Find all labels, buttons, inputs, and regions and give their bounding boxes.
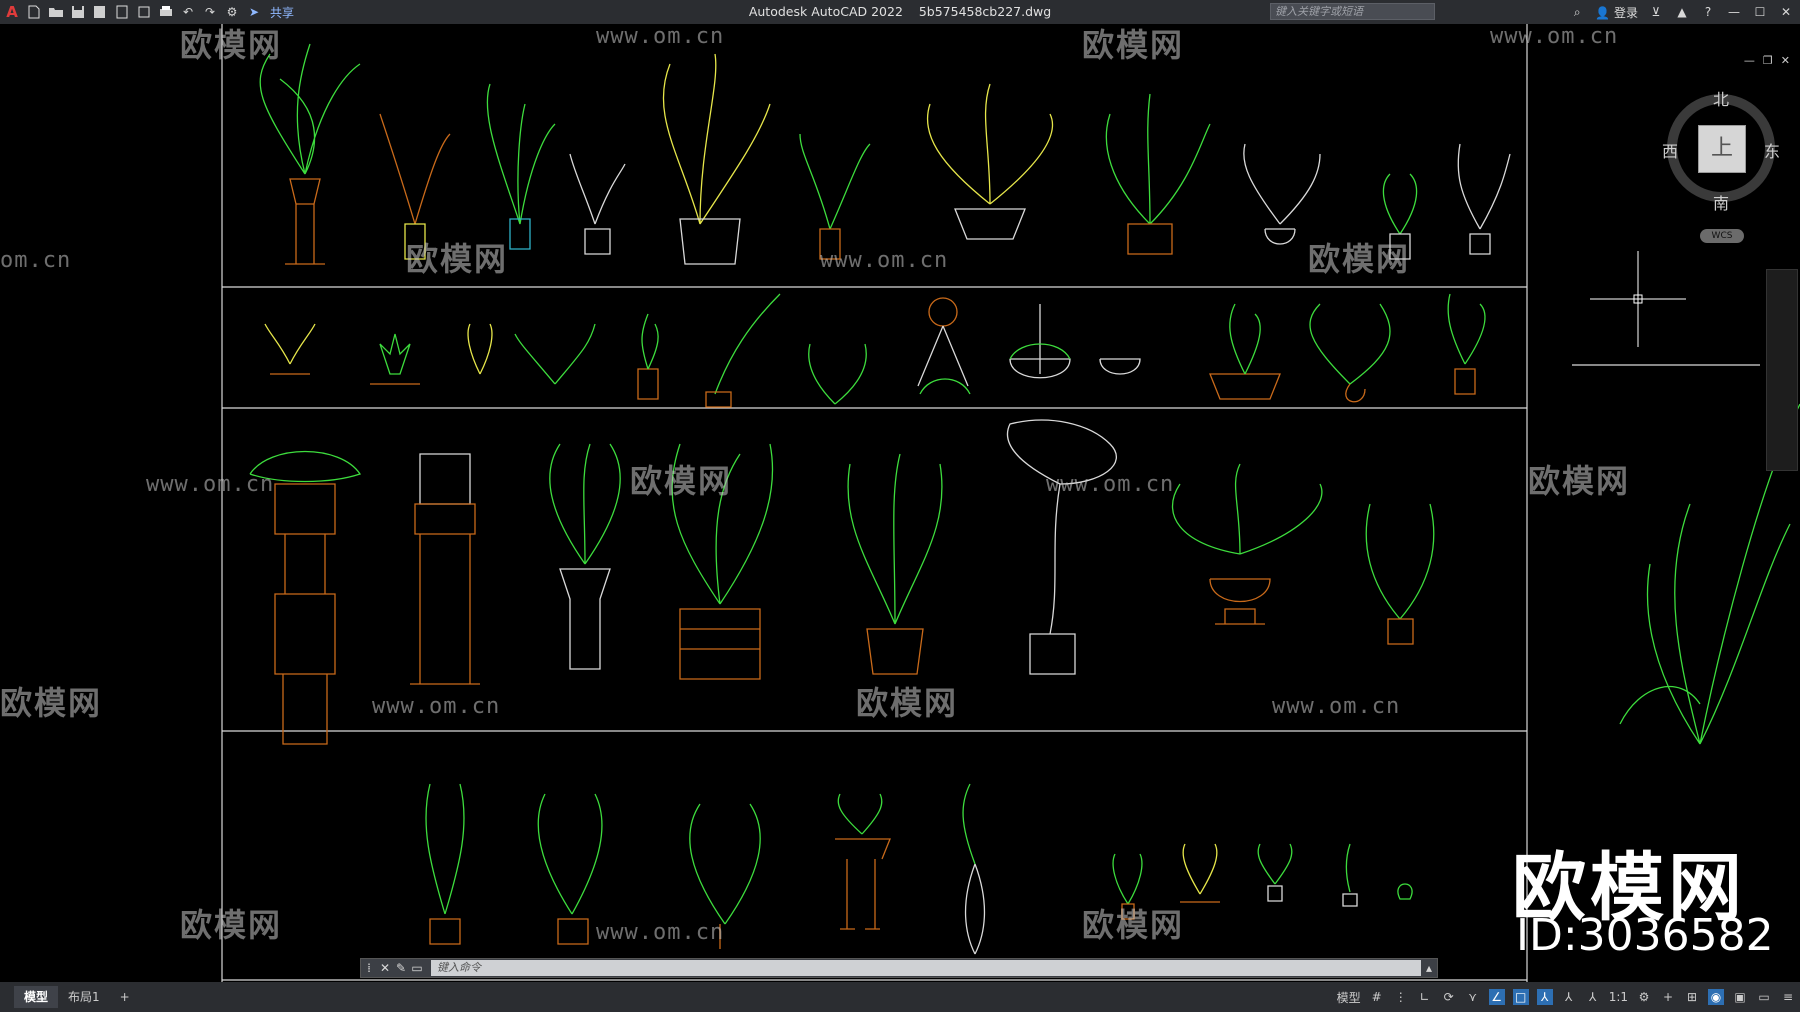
snap-icon[interactable]: ⋮ bbox=[1393, 989, 1409, 1005]
viewport-controls: — ❐ ✕ bbox=[1744, 54, 1790, 67]
watermark-url: www.om.cn bbox=[1046, 472, 1175, 497]
units-icon[interactable]: ⊞ bbox=[1684, 989, 1700, 1005]
drawing-canvas[interactable]: — ❐ ✕ 北 西 东 南 上 WCS www.om.cn www.om.cn … bbox=[0, 24, 1800, 982]
row1-plants bbox=[259, 43, 1511, 265]
ortho-icon[interactable]: ∟ bbox=[1417, 989, 1433, 1005]
watermark-brand: 欧模网 bbox=[0, 684, 103, 722]
command-expand-icon[interactable]: ▴ bbox=[1421, 960, 1437, 976]
annotation-visibility-icon[interactable]: ⅄ bbox=[1536, 989, 1553, 1005]
save-icon[interactable] bbox=[70, 4, 86, 20]
maximize-icon[interactable]: ☐ bbox=[1752, 4, 1768, 20]
quick-access-toolbar: A ↶ ↷ ⚙ ➤ 共享 bbox=[0, 0, 294, 24]
watermark-brand: 欧模网 bbox=[180, 906, 283, 944]
view-cube-top-face[interactable]: 上 bbox=[1698, 125, 1746, 173]
wcs-dropdown[interactable]: WCS bbox=[1700, 229, 1744, 243]
share-icon[interactable]: ➤ bbox=[246, 4, 262, 20]
watermark-brand: 欧模网 bbox=[1082, 26, 1185, 64]
isodraft-icon[interactable]: ⋎ bbox=[1465, 989, 1481, 1005]
watermark-url: www.om.cn bbox=[820, 248, 949, 273]
file-name: 5b575458cb227.dwg bbox=[918, 4, 1052, 19]
minimize-icon[interactable]: — bbox=[1726, 4, 1742, 20]
customization-menu-icon[interactable]: ≡ bbox=[1780, 989, 1796, 1005]
watermark-url: www.om.cn bbox=[1490, 24, 1619, 49]
row2-plants bbox=[264, 293, 1486, 408]
watermark-url: www.om.cn bbox=[596, 24, 725, 49]
autoscale-icon[interactable]: ⅄ bbox=[1561, 989, 1577, 1005]
open-folder-icon[interactable] bbox=[48, 4, 64, 20]
scale-dropdown[interactable]: 1:1 bbox=[1609, 990, 1628, 1004]
plus-icon[interactable]: + bbox=[1660, 989, 1676, 1005]
login-button[interactable]: 👤 登录 bbox=[1595, 4, 1638, 21]
status-bar: 模型 # ⋮ ∟ ⟳ ⋎ ∠ □ ⅄ ⅄ ⅄ 1:1 ⚙ + ⊞ ◉ ▣ ▭ ≡ bbox=[1337, 982, 1796, 1012]
isolate-objects-icon[interactable]: ◉ bbox=[1708, 989, 1724, 1005]
app-name: Autodesk AutoCAD 2022 bbox=[748, 4, 903, 19]
cart-icon[interactable]: ⊻ bbox=[1648, 4, 1664, 20]
object-snap-tracking-icon[interactable]: ∠ bbox=[1488, 989, 1505, 1005]
crosshair-cursor bbox=[1590, 251, 1686, 347]
share-label[interactable]: 共享 bbox=[270, 4, 294, 21]
clean-screen-icon[interactable]: ▭ bbox=[1756, 989, 1772, 1005]
save-as-icon[interactable] bbox=[92, 4, 108, 20]
command-recent-icon[interactable]: ▭ bbox=[409, 960, 425, 976]
view-cube[interactable]: 北 西 东 南 上 bbox=[1660, 86, 1782, 213]
hardware-acceleration-icon[interactable]: ▣ bbox=[1732, 989, 1748, 1005]
viewport-minimize-icon[interactable]: — bbox=[1744, 54, 1755, 67]
open-web-icon[interactable] bbox=[136, 4, 152, 20]
watermark-brand: 欧模网 bbox=[1082, 906, 1185, 944]
viewport-close-icon[interactable]: ✕ bbox=[1781, 54, 1790, 67]
layout-tabs-bar: 模型 布局1 + 模型 # ⋮ ∟ ⟳ ⋎ ∠ □ ⅄ ⅄ ⅄ 1:1 ⚙ + … bbox=[0, 982, 1800, 1012]
watermark-url: www.om.cn bbox=[596, 920, 725, 945]
command-customize-icon[interactable]: ✎ bbox=[393, 960, 409, 976]
annotation-scale-icon[interactable]: ⅄ bbox=[1585, 989, 1601, 1005]
watermark-brand: 欧模网 bbox=[1528, 462, 1631, 500]
search-icon[interactable]: ⌕ bbox=[1569, 4, 1585, 20]
command-line-grip-icon[interactable]: ⁞ bbox=[361, 960, 377, 976]
help-icon[interactable]: ? bbox=[1700, 4, 1716, 20]
command-close-icon[interactable]: ✕ bbox=[377, 960, 393, 976]
object-snap-icon[interactable]: □ bbox=[1512, 989, 1529, 1005]
titlebar-right-controls: ⌕ 👤 登录 ⊻ ▲ ? — ☐ ✕ bbox=[1569, 0, 1800, 24]
plot-icon[interactable] bbox=[158, 4, 174, 20]
add-layout-button[interactable]: + bbox=[110, 986, 140, 1008]
user-icon: 👤 bbox=[1595, 5, 1611, 20]
new-file-icon[interactable] bbox=[26, 4, 42, 20]
model-id: ID:3036582 bbox=[1516, 910, 1774, 961]
watermark-brand: 欧模网 bbox=[630, 462, 733, 500]
watermark-url: www.om.cn bbox=[1272, 694, 1401, 719]
compass-north[interactable]: 北 bbox=[1713, 86, 1729, 110]
polar-icon[interactable]: ⟳ bbox=[1441, 989, 1457, 1005]
model-space-toggle[interactable]: 模型 bbox=[1337, 989, 1361, 1006]
login-label: 登录 bbox=[1613, 5, 1638, 20]
watermark-brand: 欧模网 bbox=[1308, 240, 1411, 278]
command-input[interactable]: 键入命令 bbox=[431, 960, 1421, 976]
workspace-switch-icon[interactable]: ⚙ bbox=[1636, 989, 1652, 1005]
watermark-brand: 欧模网 bbox=[406, 240, 509, 278]
row4-plants bbox=[425, 783, 1413, 955]
watermark-url: www.om.cn bbox=[372, 694, 501, 719]
compass-south[interactable]: 南 bbox=[1713, 190, 1729, 214]
title-bar: A ↶ ↷ ⚙ ➤ 共享 Autodesk AutoCAD 2022 5b575… bbox=[0, 0, 1800, 24]
watermark-url: www.om.cn bbox=[146, 472, 275, 497]
workspace-icon[interactable]: ⚙ bbox=[224, 4, 240, 20]
undo-icon[interactable]: ↶ bbox=[180, 4, 196, 20]
app-menu-button[interactable]: A bbox=[4, 3, 20, 21]
redo-icon[interactable]: ↷ bbox=[202, 4, 218, 20]
publish-icon[interactable] bbox=[114, 4, 130, 20]
compass-east[interactable]: 东 bbox=[1764, 138, 1780, 162]
autodesk-a-icon[interactable]: ▲ bbox=[1674, 4, 1690, 20]
navigation-bar[interactable] bbox=[1766, 269, 1798, 471]
watermark-url-partial: om.cn bbox=[0, 248, 72, 273]
watermark-brand: 欧模网 bbox=[180, 26, 283, 64]
grid-icon[interactable]: # bbox=[1369, 989, 1385, 1005]
close-icon[interactable]: ✕ bbox=[1778, 4, 1794, 20]
tab-layout1[interactable]: 布局1 bbox=[58, 986, 110, 1008]
watermark-brand: 欧模网 bbox=[856, 684, 959, 722]
compass-west[interactable]: 西 bbox=[1662, 138, 1678, 162]
command-line[interactable]: ⁞ ✕ ✎ ▭ 键入命令 ▴ bbox=[360, 958, 1438, 978]
search-input[interactable]: 键入关键字或短语 bbox=[1270, 3, 1435, 20]
tab-model[interactable]: 模型 bbox=[14, 986, 59, 1008]
viewport-restore-icon[interactable]: ❐ bbox=[1763, 54, 1773, 67]
